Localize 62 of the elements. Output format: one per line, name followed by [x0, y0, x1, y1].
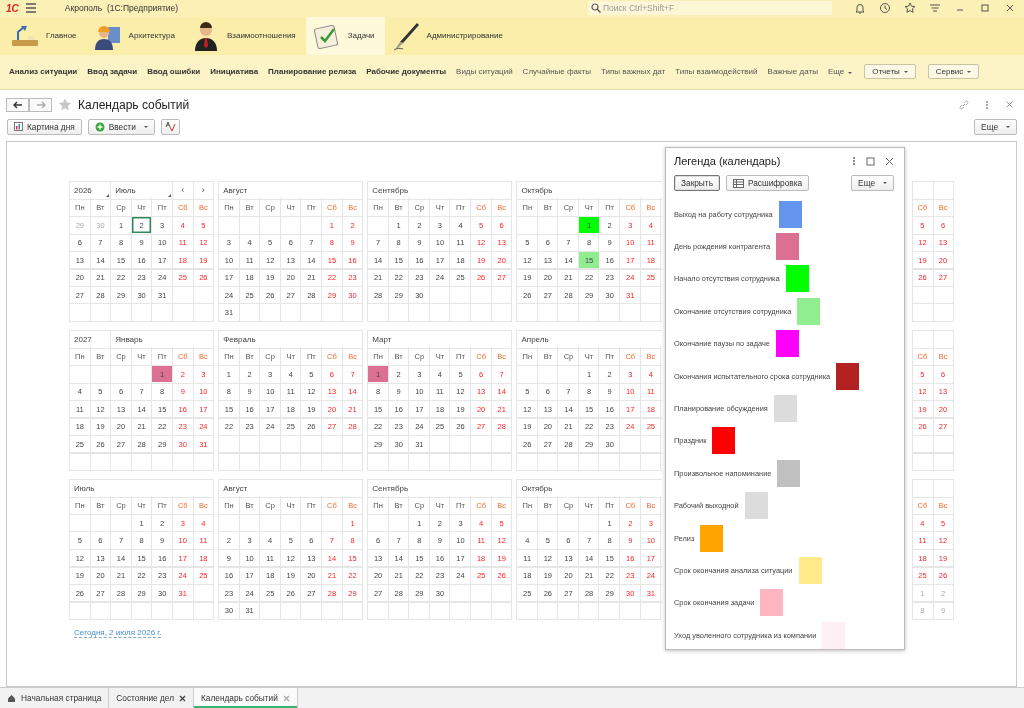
- section-tab[interactable]: Главное: [4, 16, 87, 55]
- plus-icon: [94, 121, 105, 132]
- star-icon[interactable]: [904, 2, 916, 15]
- caret-icon: [848, 72, 853, 75]
- spellcheck-button[interactable]: [160, 118, 180, 135]
- bell-icon[interactable]: [854, 2, 866, 15]
- nav-link[interactable]: Анализ ситуации: [9, 67, 78, 77]
- home-icon: [7, 693, 16, 703]
- nav-link[interactable]: Планирование релиза: [268, 67, 357, 77]
- more-button[interactable]: Еще: [851, 175, 894, 191]
- nav-link[interactable]: Типы взаимодействий: [675, 67, 758, 77]
- section-tab[interactable]: Администрирование: [384, 16, 513, 55]
- history-icon[interactable]: [879, 2, 891, 15]
- menu-button[interactable]: Сервис: [927, 64, 980, 80]
- create-button[interactable]: Ввести: [87, 118, 155, 135]
- abc-check-icon: [164, 121, 176, 133]
- caret-icon: [903, 70, 908, 73]
- close-icon[interactable]: [179, 694, 186, 702]
- legend-title: Легенда (календарь): [674, 155, 781, 167]
- more-button[interactable]: Еще: [974, 118, 1017, 135]
- report-icon: [14, 122, 23, 132]
- today-link[interactable]: Сегодня, 2 июля 2026 г.: [74, 627, 162, 638]
- section-tab[interactable]: Архитектура: [86, 16, 185, 55]
- caret-icon: [883, 182, 887, 184]
- link-icon[interactable]: [959, 99, 969, 110]
- nav-link[interactable]: Типы важных дат: [601, 67, 666, 77]
- search-icon: [591, 3, 601, 14]
- back-button[interactable]: [6, 97, 29, 112]
- maximize-icon[interactable]: [866, 156, 875, 166]
- search-field[interactable]: Поиск Ctrl+Shift+F: [588, 1, 832, 16]
- forward-arrow-icon: [35, 100, 46, 109]
- caret-icon: [143, 125, 148, 128]
- form-title: Календарь событий: [78, 97, 190, 112]
- maximize-icon[interactable]: [979, 2, 991, 15]
- caret-icon: [967, 70, 972, 73]
- menu-button[interactable]: Отчеты: [864, 64, 916, 80]
- nav-link[interactable]: Рабочие документы: [366, 67, 447, 77]
- more-menu[interactable]: Еще: [827, 67, 853, 77]
- nav-link[interactable]: Ввод задачи: [87, 67, 138, 77]
- section-tab[interactable]: Взаимоотношения: [184, 16, 306, 55]
- nav-link[interactable]: Случайные факты: [522, 67, 591, 77]
- back-arrow-icon: [12, 100, 23, 109]
- day-picture-button[interactable]: Картина дня: [7, 118, 82, 135]
- menu-icon[interactable]: [24, 3, 37, 14]
- more-icon[interactable]: [852, 156, 856, 166]
- more-icon[interactable]: [985, 99, 989, 110]
- window-title: Акрополь (1С:Предприятие): [64, 3, 179, 14]
- close-button[interactable]: Закрыть: [674, 175, 720, 191]
- options-icon[interactable]: [929, 2, 941, 15]
- page-tab[interactable]: Календарь событий: [194, 688, 298, 708]
- caret-icon: [1006, 125, 1010, 128]
- star-icon[interactable]: [58, 97, 72, 112]
- nav-link[interactable]: Виды ситуаций: [456, 67, 513, 77]
- nav-link[interactable]: Ввод ошибки: [147, 67, 201, 77]
- app-logo: 1С: [6, 3, 19, 14]
- table-icon: [732, 178, 744, 188]
- page-tab[interactable]: Начальная страница: [0, 688, 110, 708]
- section-tab[interactable]: Задачи: [305, 16, 385, 55]
- nav-link[interactable]: Инициатива: [210, 67, 259, 77]
- nav-link[interactable]: Важные даты: [767, 67, 818, 77]
- details-button[interactable]: Расшифровка: [725, 175, 810, 191]
- close-icon[interactable]: [885, 156, 894, 166]
